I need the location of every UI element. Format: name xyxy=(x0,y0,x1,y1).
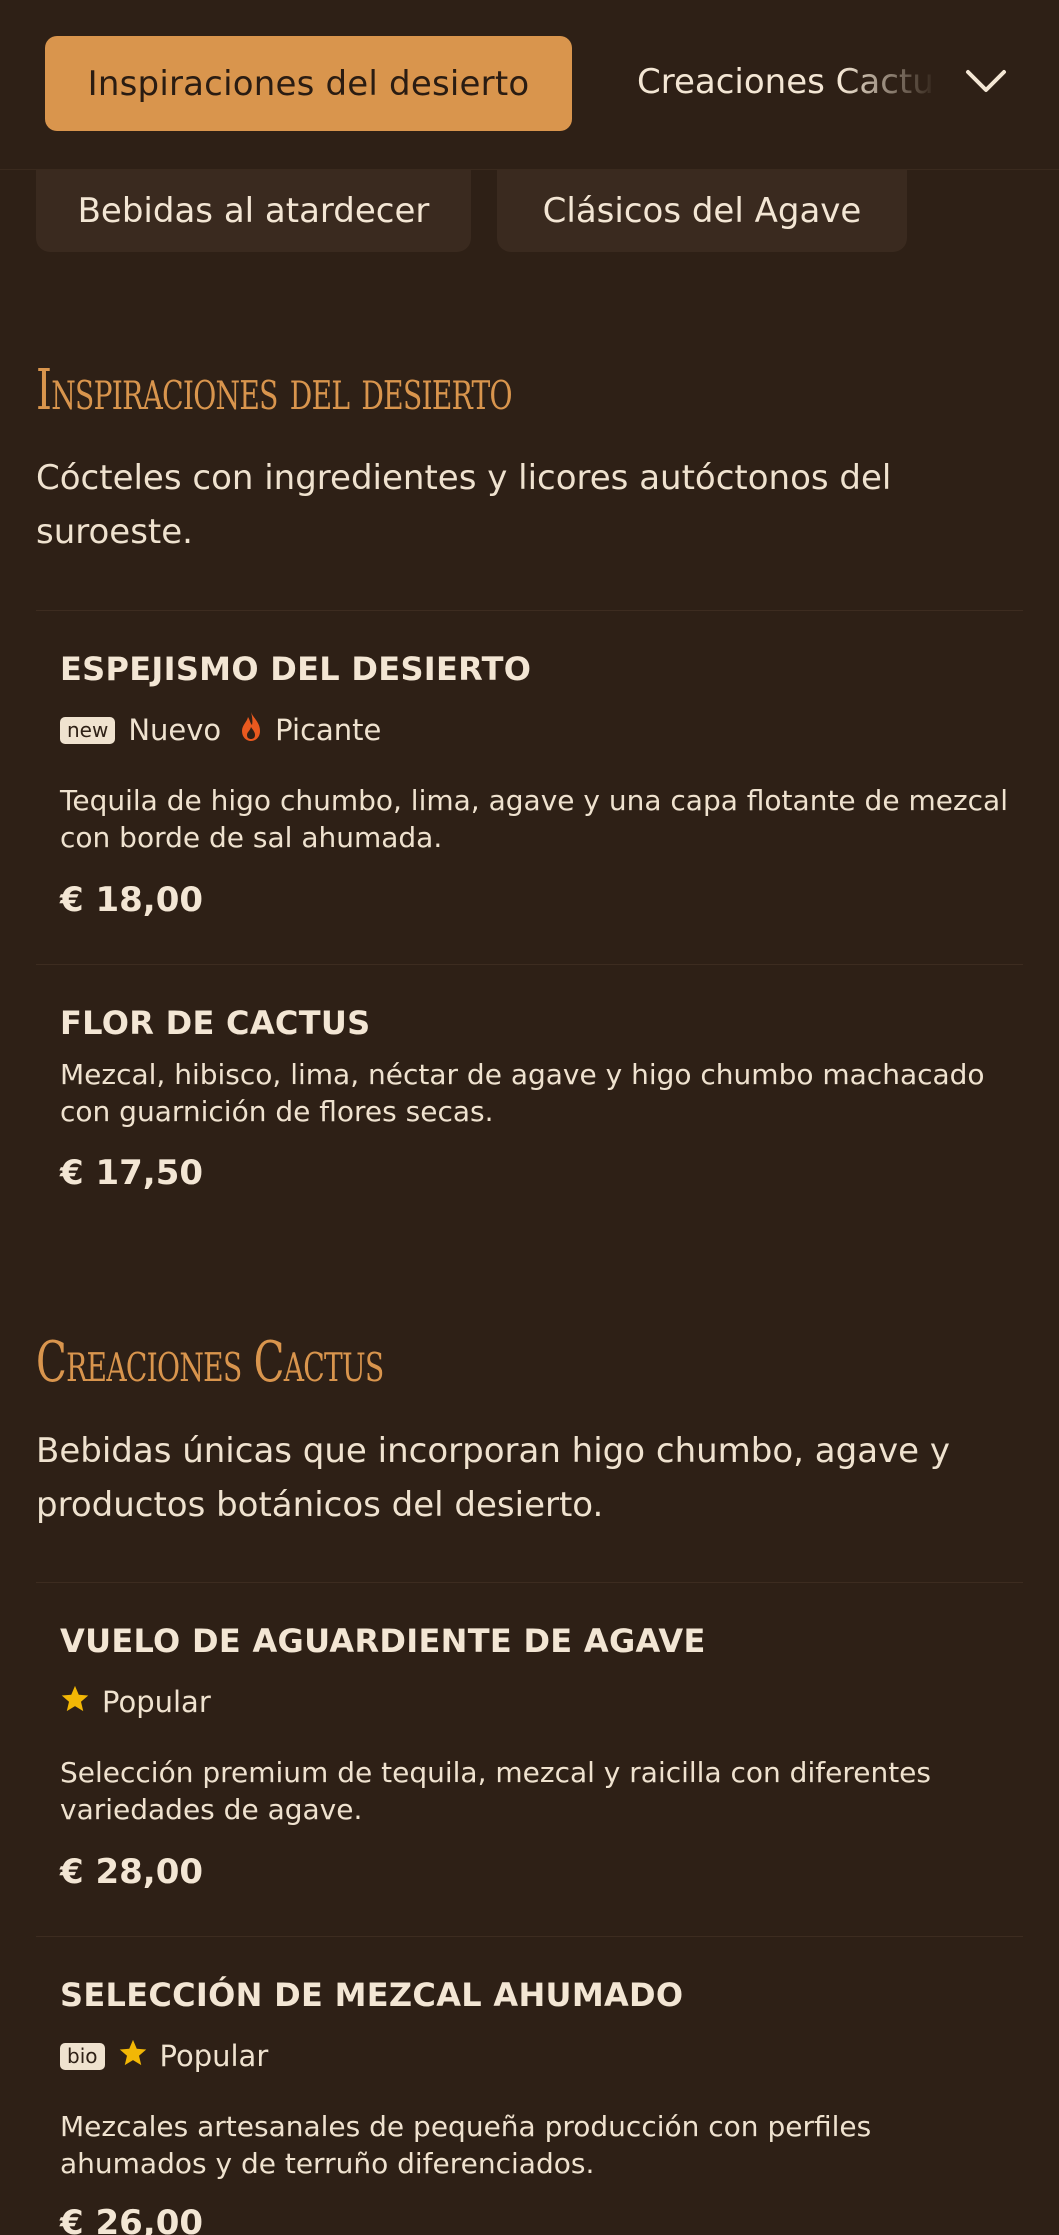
section-title: Creaciones Cactus xyxy=(36,1330,384,1395)
item-price: € 18,00 xyxy=(60,880,204,920)
flame-icon xyxy=(239,711,263,750)
tag-label: Popular xyxy=(159,2039,269,2073)
tab-clasicos-del-agave[interactable]: Clásicos del Agave xyxy=(497,170,907,252)
item-name[interactable]: FLOR DE CACTUS xyxy=(60,1004,370,1042)
tag-label: Popular xyxy=(102,1685,211,1719)
divider xyxy=(36,1582,1023,1583)
tag-label: Picante xyxy=(275,713,382,747)
item-price: € 26,00 xyxy=(60,2203,204,2235)
section-description: Bebidas únicas que incorporan higo chumb… xyxy=(36,1431,950,1525)
section-title: Inspiraciones del desierto xyxy=(36,358,513,423)
divider xyxy=(36,1936,1023,1937)
divider xyxy=(36,964,1023,965)
item-name[interactable]: ESPEJISMO DEL DESIERTO xyxy=(60,650,531,688)
tag-label: Nuevo xyxy=(128,713,222,747)
bio-badge: bio xyxy=(60,2042,105,2070)
divider xyxy=(36,610,1023,611)
tab-bebidas-al-atardecer[interactable]: Bebidas al atardecer xyxy=(36,170,471,252)
tab-inspiraciones-del-desierto[interactable]: Inspiraciones del desierto xyxy=(45,36,572,131)
chevron-down-icon[interactable] xyxy=(962,62,1010,102)
category-nav: Inspiraciones del desierto Creaciones Ca… xyxy=(0,0,1059,170)
section-description: Cócteles con ingredientes y licores autó… xyxy=(36,458,892,552)
new-badge: new xyxy=(60,716,116,744)
star-icon xyxy=(60,1684,90,1721)
item-tags: Popular xyxy=(60,1684,229,1720)
item-price: € 28,00 xyxy=(60,1852,204,1892)
item-description: Selección premium de tequila, mezcal y r… xyxy=(60,1756,931,1826)
star-icon xyxy=(118,2038,148,2075)
item-name[interactable]: VUELO DE AGUARDIENTE DE AGAVE xyxy=(60,1622,706,1660)
item-price: € 17,50 xyxy=(60,1153,204,1193)
item-description: Mezcales artesanales de pequeña producci… xyxy=(60,2110,872,2180)
item-tags: bio Popular xyxy=(60,2038,286,2074)
item-tags: new Nuevo Picante xyxy=(60,711,399,750)
menu-page: Inspiraciones del desierto Creaciones Ca… xyxy=(0,0,1059,2235)
item-description: Tequila de higo chumbo, lima, agave y un… xyxy=(60,784,1008,854)
item-name[interactable]: SELECCIÓN DE MEZCAL AHUMADO xyxy=(60,1976,683,2014)
tab-creaciones-cactus[interactable]: Creaciones Cactus xyxy=(637,62,937,106)
item-description: Mezcal, hibisco, lima, néctar de agave y… xyxy=(60,1058,985,1128)
